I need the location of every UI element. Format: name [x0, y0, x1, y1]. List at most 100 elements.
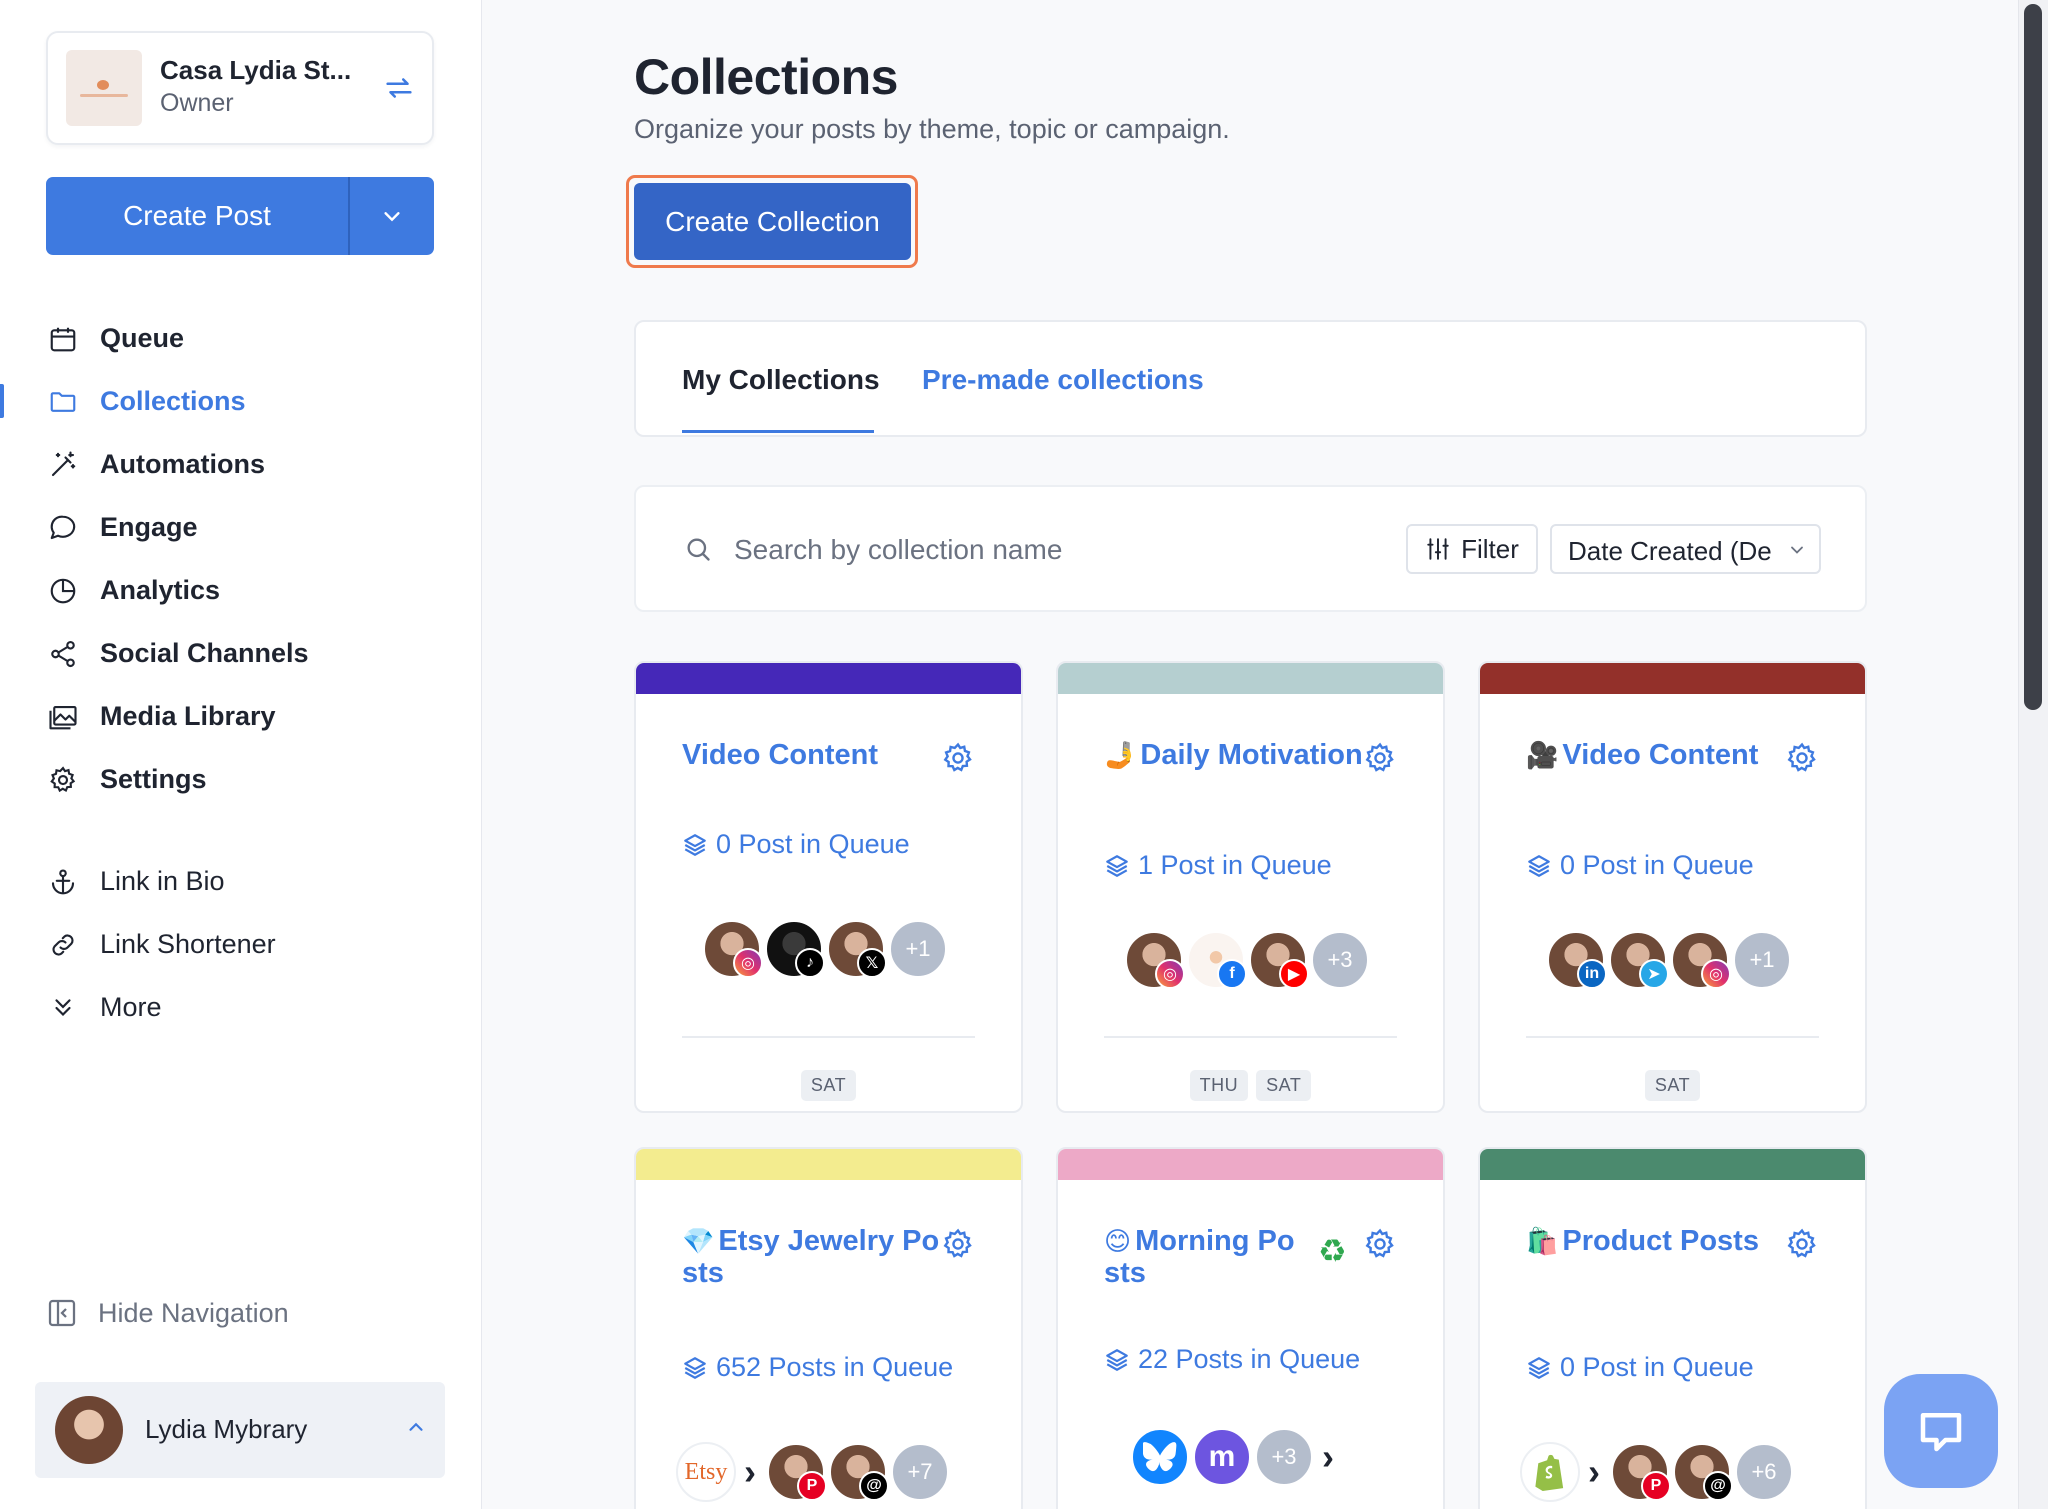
nav-label: More [100, 992, 162, 1022]
chevron-up-icon [409, 1422, 423, 1431]
create-post-button[interactable]: Create Post [46, 177, 434, 255]
channel-avatars: ◎ ♪ 𝕏 +1 [702, 919, 950, 979]
nav-item-media-library[interactable]: Media Library [0, 685, 482, 748]
recycle-icon: ♻ [1318, 1233, 1347, 1269]
scrollbar-thumb[interactable] [2024, 4, 2042, 710]
collection-color-band [1480, 1149, 1865, 1180]
tab-pre-made-collections[interactable]: Pre-made collections [922, 364, 1204, 396]
hide-navigation-button[interactable]: Hide Navigation [46, 1297, 289, 1329]
collapse-sidebar-icon [48, 1299, 76, 1327]
collection-title[interactable]: 💎 Etsy Jewelry Posts [682, 1225, 942, 1289]
channel-avatar-telegram: ➤ [1608, 930, 1669, 990]
filter-label: Filter [1461, 533, 1519, 564]
facebook-icon: f [1217, 959, 1247, 989]
search-bar: Filter Date Created (Descending) [634, 485, 1867, 612]
channel-avatar-instagram: ◎ [1670, 930, 1731, 990]
channel-avatars: ◎ f ▶ +3 [1124, 930, 1372, 990]
more-channels-badge: +7 [890, 1442, 950, 1502]
tabs-bar: My Collections Pre-made collections [634, 320, 1867, 437]
collection-card[interactable]: 😊 Morning Posts ♻ 22 Posts in Queue m +3 … [1056, 1147, 1445, 1509]
gear-icon[interactable] [1363, 1227, 1397, 1261]
nav-label: Media Library [100, 701, 276, 731]
collection-card[interactable]: 🎥 Video Content 0 Post in Queue in ➤ ◎ +1… [1478, 661, 1867, 1113]
pie-chart-icon [50, 578, 76, 603]
more-channels-badge: +3 [1310, 930, 1370, 990]
nav-item-engage[interactable]: Engage [0, 496, 482, 559]
switch-icon[interactable] [382, 71, 416, 105]
threads-icon: @ [1703, 1471, 1733, 1501]
images-icon [49, 705, 77, 729]
gear-icon[interactable] [941, 1227, 975, 1261]
help-chat-button[interactable] [1884, 1374, 1998, 1488]
chevron-down-icon [1791, 546, 1803, 554]
collection-color-band [1058, 1149, 1443, 1180]
collection-card[interactable]: 💎 Etsy Jewelry Posts 652 Posts in Queue E… [634, 1147, 1023, 1509]
org-name: Casa Lydia St... [160, 55, 352, 85]
layers-icon [1528, 854, 1550, 877]
collection-title[interactable]: 😊 Morning Posts [1104, 1225, 1304, 1289]
divider [682, 1036, 975, 1038]
nav-item-more[interactable]: More [0, 976, 482, 1039]
nav-item-collections[interactable]: Collections [0, 370, 482, 433]
gear-icon[interactable] [1363, 741, 1397, 775]
gear-icon[interactable] [1785, 741, 1819, 775]
channel-avatar-etsy: Etsy [676, 1442, 736, 1502]
posting-days: THU SAT [1058, 1070, 1443, 1101]
layers-icon [1528, 1356, 1550, 1379]
collection-title[interactable]: Video Content [682, 739, 942, 771]
layers-icon [1106, 1348, 1128, 1371]
channel-avatar-mastodon: m [1192, 1427, 1252, 1487]
double-chevron-down-icon [55, 998, 71, 1016]
primary-nav: Queue Collections Automations Engage Ana… [0, 307, 482, 811]
nav-item-link-in-bio[interactable]: Link in Bio [0, 850, 482, 913]
gear-icon [50, 765, 76, 792]
day-badge: SAT [800, 1070, 857, 1101]
gear-icon[interactable] [1785, 1227, 1819, 1261]
nav-item-automations[interactable]: Automations [0, 433, 482, 496]
gear-icon[interactable] [941, 741, 975, 775]
share-icon [51, 640, 75, 667]
nav-item-link-shortener[interactable]: Link Shortener [0, 913, 482, 976]
channel-avatar-threads: @ [1672, 1442, 1733, 1502]
collection-color-band [636, 663, 1021, 694]
user-menu[interactable]: Lydia Mybrary [35, 1382, 445, 1478]
collection-card[interactable]: 🤳 Daily Motivation 1 Post in Queue ◎ f ▶ … [1056, 661, 1445, 1113]
create-collection-button[interactable]: Create Collection [634, 183, 911, 260]
create-post-dropdown[interactable] [350, 177, 434, 255]
folder-icon [50, 391, 76, 412]
channel-avatars: Etsy › P @ +7 [676, 1442, 952, 1502]
channel-avatar-shopify [1520, 1442, 1580, 1502]
collection-card[interactable]: Video Content 0 Post in Queue ◎ ♪ 𝕏 +1 S… [634, 661, 1023, 1113]
channel-avatar-instagram: ◎ [702, 919, 763, 979]
org-switcher[interactable]: Casa Lydia St... Owner [46, 31, 434, 145]
nav-item-analytics[interactable]: Analytics [0, 559, 482, 622]
collection-title[interactable]: 🤳 Daily Motivation [1104, 739, 1364, 771]
pinterest-icon: P [1641, 1471, 1671, 1501]
queue-count: 652 Posts in Queue [682, 1352, 953, 1383]
collection-title[interactable]: 🛍️ Product Posts [1526, 1225, 1786, 1257]
hide-navigation-label: Hide Navigation [98, 1297, 289, 1328]
channel-avatar-instagram: ◎ [1124, 930, 1185, 990]
threads-icon: @ [859, 1471, 889, 1501]
channel-avatar-pinterest: P [766, 1442, 827, 1502]
collection-card[interactable]: 🛍️ Product Posts 0 Post in Queue › P @ +6 [1478, 1147, 1867, 1509]
x-icon: 𝕏 [857, 948, 887, 978]
user-name: Lydia Mybrary [145, 1414, 308, 1444]
linkedin-icon: in [1577, 959, 1607, 989]
anchor-icon [51, 868, 75, 894]
filter-button[interactable]: Filter [1406, 524, 1538, 574]
pinterest-icon: P [797, 1471, 827, 1501]
nav-item-settings[interactable]: Settings [0, 748, 482, 811]
channel-avatar-x: 𝕏 [826, 919, 887, 979]
sort-select[interactable]: Date Created (Descending) [1550, 524, 1821, 574]
search-input[interactable] [734, 527, 1294, 573]
more-channels-badge: +3 [1254, 1427, 1314, 1487]
avatar [55, 1396, 123, 1464]
tab-my-collections[interactable]: My Collections [682, 364, 880, 396]
telegram-icon: ➤ [1639, 959, 1669, 989]
channel-avatars: › P @ +6 [1520, 1442, 1796, 1502]
nav-item-social-channels[interactable]: Social Channels [0, 622, 482, 685]
active-tab-indicator [682, 430, 874, 433]
nav-item-queue[interactable]: Queue [0, 307, 482, 370]
collection-title[interactable]: 🎥 Video Content [1526, 739, 1786, 771]
